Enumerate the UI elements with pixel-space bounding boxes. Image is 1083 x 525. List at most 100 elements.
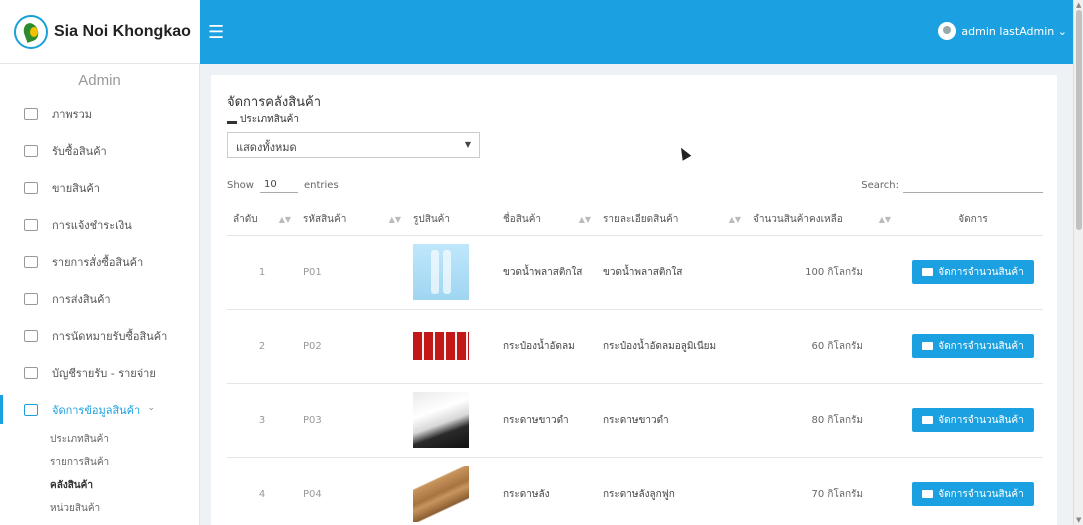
row-image	[407, 309, 497, 384]
row-detail: กระป๋องน้ำอัดลมอลูมิเนียม	[597, 309, 747, 384]
row-no: 4	[227, 457, 297, 525]
page-length-select[interactable]: 10	[259, 177, 298, 193]
card-icon	[24, 218, 38, 231]
product-image	[413, 392, 469, 448]
category-select[interactable]: แสดงทั้งหมด ▼	[227, 132, 480, 158]
brand[interactable]: Sia Noi Khongkao	[0, 0, 200, 64]
warehouse-icon	[922, 342, 934, 350]
row-action: จัดการจำนวนสินค้า	[897, 457, 1043, 525]
sidebar-item-label: การแจ้งชำระเงิน	[52, 218, 132, 232]
row-name: กระดาษขาวดำ	[497, 383, 597, 458]
caret-down-icon: ▼	[464, 140, 471, 149]
sidebar-sub-products[interactable]: รายการสินค้า	[0, 451, 199, 474]
list-icon	[24, 255, 38, 268]
row-no: 2	[227, 309, 297, 384]
sidebar-item-sell[interactable]: ขายสินค้า	[0, 169, 199, 206]
col-header-name[interactable]: ชื่อสินค้า ▲▼	[497, 205, 597, 236]
warehouse-icon	[922, 268, 934, 276]
box-icon	[24, 144, 38, 157]
row-code: P04	[297, 457, 407, 525]
sidebar-item-product-management[interactable]: จัดการข้อมูลสินค้า ⌄	[0, 391, 199, 428]
table-row: 1 P01 ขวดน้ำพลาสติกใส ขวดน้ำพลาสติกใส 10…	[227, 235, 1043, 310]
row-image	[407, 235, 497, 310]
col-header-detail[interactable]: รายละเอียดสินค้า ▲▼	[597, 205, 747, 236]
sidebar-item-label: บัญชีรายรับ - รายจ่าย	[52, 366, 156, 380]
sidebar-item-label: ขายสินค้า	[52, 181, 100, 195]
sidebar-sub-category[interactable]: ประเภทสินค้า	[0, 428, 199, 451]
row-code: P03	[297, 383, 407, 458]
user-name: admin lastAdmin ⌄	[961, 24, 1067, 38]
show-label: Show	[227, 179, 254, 191]
sidebar-item-shipping[interactable]: การส่งสินค้า	[0, 280, 199, 317]
ledger-icon	[24, 366, 38, 379]
row-name: กระดาษลัง	[497, 457, 597, 525]
sidebar-sub-warehouse[interactable]: คลังสินค้า	[0, 474, 199, 497]
menu-icon[interactable]: ☰	[208, 22, 224, 43]
row-code: P01	[297, 235, 407, 310]
table-header-row: ลำดับ ▲▼ รหัสสินค้า ▲▼ รูปสินค้า ชื่อสินค้…	[227, 205, 1043, 236]
sidebar-item-label: จัดการข้อมูลสินค้า	[52, 403, 141, 417]
navbar: ☰ admin lastAdmin ⌄	[200, 0, 1073, 64]
sort-icon: ▲▼	[388, 215, 401, 224]
sidebar-sub-units[interactable]: หน่วยสินค้า	[0, 497, 199, 520]
row-name: กระป๋องน้ำอัดลม	[497, 309, 597, 384]
col-header-code[interactable]: รหัสสินค้า ▲▼	[297, 205, 407, 236]
scroll-down-icon[interactable]: ▼	[1076, 516, 1081, 524]
dashboard-icon	[24, 107, 38, 120]
sidebar-item-label: การนัดหมายรับซื้อสินค้า	[52, 329, 168, 343]
row-qty: 60 กิโลกรัม	[747, 309, 897, 384]
brand-name: Sia Noi Khongkao	[54, 22, 191, 40]
page-scrollbar[interactable]: ▲ ▼	[1073, 0, 1083, 525]
col-header-image: รูปสินค้า	[407, 205, 497, 236]
manage-stock-button[interactable]: จัดการจำนวนสินค้า	[912, 482, 1034, 506]
sidebar-item-label: รับซื้อสินค้า	[52, 144, 107, 158]
row-no: 3	[227, 383, 297, 458]
scroll-thumb[interactable]	[1076, 10, 1082, 230]
scroll-up-icon[interactable]: ▲	[1076, 1, 1081, 9]
sidebar-item-orders[interactable]: รายการสั่งซื้อสินค้า	[0, 243, 199, 280]
manage-stock-button[interactable]: จัดการจำนวนสินค้า	[912, 334, 1034, 358]
row-action: จัดการจำนวนสินค้า	[897, 235, 1043, 310]
sidebar-item-accounts[interactable]: บัญชีรายรับ - รายจ่าย	[0, 354, 199, 391]
sidebar-title: Admin	[78, 72, 121, 89]
row-qty: 80 กิโลกรัม	[747, 383, 897, 458]
row-action: จัดการจำนวนสินค้า	[897, 309, 1043, 384]
sidebar: Admin ภาพรวม รับซื้อสินค้า ขายสินค้า การ…	[0, 64, 200, 525]
page-title: จัดการคลังสินค้า	[227, 95, 322, 110]
row-qty: 70 กิโลกรัม	[747, 457, 897, 525]
manage-stock-button[interactable]: จัดการจำนวนสินค้า	[912, 408, 1034, 432]
category-select-value: แสดงทั้งหมด	[236, 141, 297, 154]
sidebar-item-purchase[interactable]: รับซื้อสินค้า	[0, 132, 199, 169]
user-menu[interactable]: admin lastAdmin ⌄	[938, 22, 1067, 40]
category-icon	[227, 116, 237, 124]
filter-label: ประเภทสินค้า	[227, 112, 299, 127]
warehouse-icon	[922, 416, 934, 424]
warehouse-icon	[922, 490, 934, 498]
col-header-no[interactable]: ลำดับ ▲▼	[227, 205, 297, 236]
sidebar-item-payment[interactable]: การแจ้งชำระเงิน	[0, 206, 199, 243]
row-name: ขวดน้ำพลาสติกใส	[497, 235, 597, 310]
row-action: จัดการจำนวนสินค้า	[897, 383, 1043, 458]
manage-stock-button[interactable]: จัดการจำนวนสินค้า	[912, 260, 1034, 284]
search-label: Search:	[861, 179, 899, 191]
sort-icon: ▲▼	[878, 215, 891, 224]
row-code: P02	[297, 309, 407, 384]
sidebar-item-overview[interactable]: ภาพรวม	[0, 95, 199, 132]
sort-asc-icon: ▲▼	[278, 215, 291, 224]
sort-icon: ▲▼	[728, 215, 741, 224]
search-input[interactable]	[903, 177, 1043, 193]
product-image	[413, 244, 469, 300]
col-header-action: จัดการ	[897, 205, 1043, 236]
filter-label-text: ประเภทสินค้า	[240, 114, 299, 125]
warehouse-table: ลำดับ ▲▼ รหัสสินค้า ▲▼ รูปสินค้า ชื่อสินค้…	[227, 205, 1043, 525]
product-image	[413, 332, 469, 360]
warehouse-card: จัดการคลังสินค้า ประเภทสินค้า แสดงทั้งหม…	[211, 75, 1057, 525]
page-length: Show 10 entries	[227, 177, 339, 193]
top-bar: Sia Noi Khongkao ☰ admin lastAdmin ⌄	[0, 0, 1083, 64]
package-icon	[24, 292, 38, 305]
row-detail: กระดาษขาวดำ	[597, 383, 747, 458]
table-row: 2 P02 กระป๋องน้ำอัดลม กระป๋องน้ำอัดลมอลู…	[227, 309, 1043, 384]
table-row: 4 P04 กระดาษลัง กระดาษลังลูกฟูก 70 กิโลก…	[227, 457, 1043, 525]
col-header-qty[interactable]: จำนวนสินค้าคงเหลือ ▲▼	[747, 205, 897, 236]
sidebar-item-appointments[interactable]: การนัดหมายรับซื้อสินค้า	[0, 317, 199, 354]
